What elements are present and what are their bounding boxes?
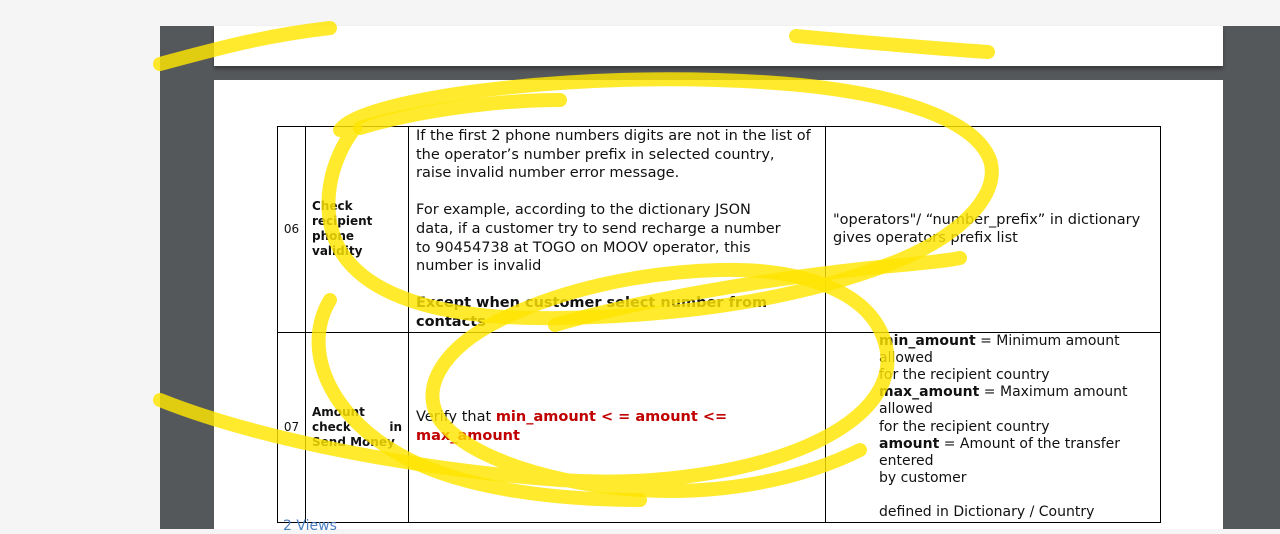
row-reference: min_amount = Minimum amount allowed for … bbox=[825, 331, 1161, 523]
row-reference: "operators"/ “number_prefix” in dictiona… bbox=[825, 126, 1161, 333]
row-description: If the first 2 phone numbers digits are … bbox=[408, 126, 826, 333]
table-row: 06 Check recipient phone validity If the… bbox=[277, 126, 1161, 333]
row-name: Check recipient phone validity bbox=[305, 126, 409, 333]
requirements-table: 06 Check recipient phone validity If the… bbox=[277, 126, 1161, 523]
previous-page bbox=[214, 26, 1223, 66]
next-section-heading[interactable]: 2 Views bbox=[283, 518, 337, 534]
row-id: 06 bbox=[277, 126, 306, 333]
exception-note: Except when customer select number from … bbox=[416, 295, 768, 330]
table-row: 07 Amount check in Send Money Verify tha… bbox=[277, 331, 1161, 523]
row-description: Verify that min_amount < = amount <= max… bbox=[408, 331, 826, 523]
row-name: Amount check in Send Money bbox=[305, 331, 409, 523]
row-id: 07 bbox=[277, 331, 306, 523]
